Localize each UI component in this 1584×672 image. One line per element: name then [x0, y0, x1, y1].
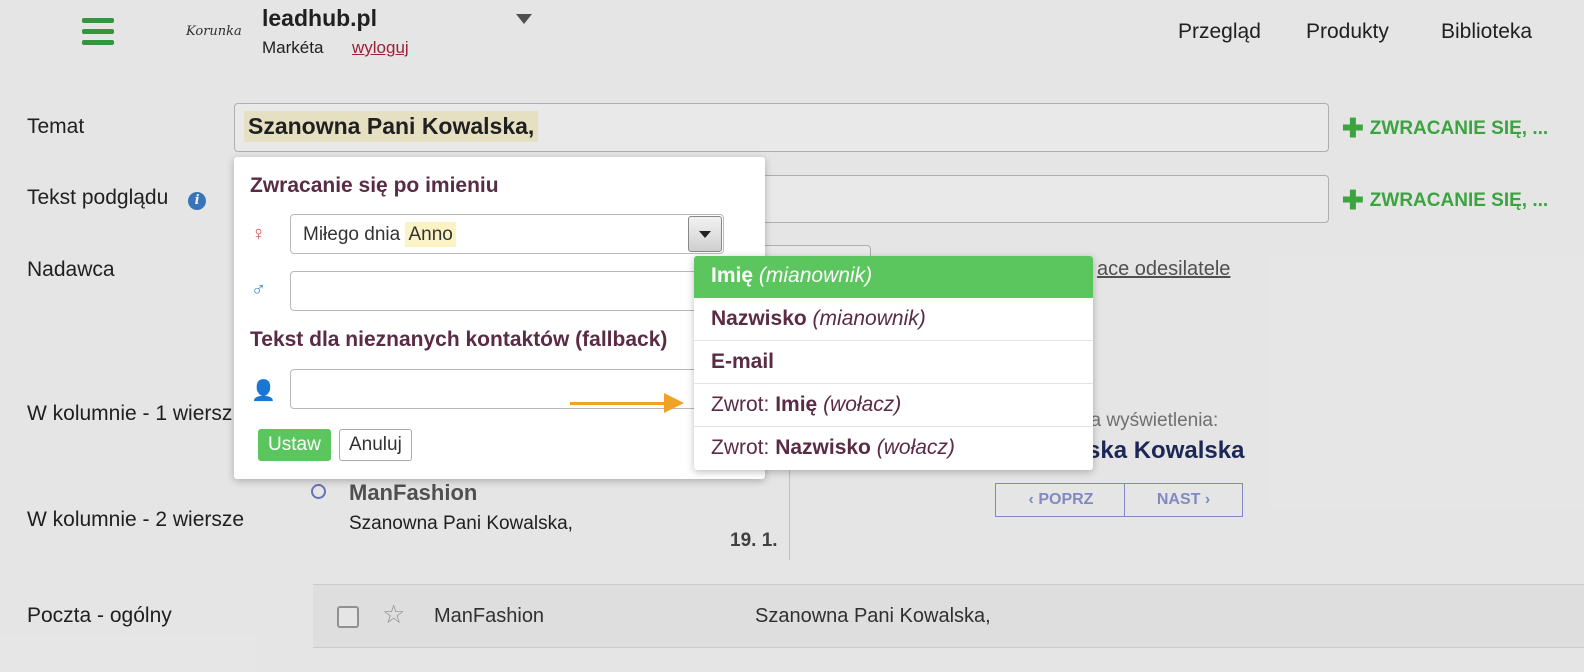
female-salutation-token: Anno: [405, 222, 456, 247]
menu-item-label: E-mail: [711, 350, 775, 373]
menu-item-last-name[interactable]: Nazwisko (mianownik): [694, 299, 1093, 341]
salutation-dialog: Zwracanie się po imieniu ♀ Miłego dnia A…: [234, 157, 765, 479]
menu-item-label: Nazwisko: [711, 307, 807, 330]
female-salutation-prefix: Miłego dnia: [303, 224, 401, 245]
cancel-button[interactable]: Anuluj: [339, 429, 412, 461]
menu-item-email[interactable]: E-mail: [694, 342, 1093, 384]
annotation-arrow-line: [570, 402, 668, 405]
menu-item-prefix: Zwrot:: [711, 393, 770, 416]
female-icon: ♀: [251, 223, 266, 245]
menu-item-case: (wołacz): [876, 436, 955, 459]
menu-item-case: (mianownik): [758, 264, 873, 287]
unknown-contact-icon: 👤: [251, 380, 276, 402]
male-salutation-input[interactable]: [290, 271, 724, 311]
dialog-title: Zwracanie się po imieniu: [250, 174, 499, 197]
female-salutation-select[interactable]: Miłego dnia Anno: [290, 214, 724, 254]
dropdown-toggle-icon[interactable]: [688, 216, 722, 252]
menu-item-case: (wołacz): [823, 393, 902, 416]
menu-item-first-name[interactable]: Imię (mianownik): [694, 256, 1093, 298]
menu-item-prefix: Zwrot:: [711, 436, 770, 459]
male-icon: ♂: [251, 279, 266, 301]
menu-item-vocative-first-name[interactable]: Zwrot: Imię (wołacz): [694, 385, 1093, 427]
variable-dropdown-menu: Imię (mianownik) Nazwisko (mianownik) E-…: [694, 256, 1093, 470]
menu-item-label: Imię: [711, 264, 754, 287]
female-salutation-value: Miłego dnia Anno: [303, 222, 456, 247]
menu-item-label: Nazwisko: [775, 436, 871, 459]
annotation-arrow-icon: [664, 393, 684, 413]
menu-item-label: Imię: [775, 393, 818, 416]
set-button[interactable]: Ustaw: [258, 429, 331, 461]
fallback-title: Tekst dla nieznanych kontaktów (fallback…: [250, 328, 668, 351]
menu-item-vocative-last-name[interactable]: Zwrot: Nazwisko (wołacz): [694, 428, 1093, 470]
menu-item-case: (mianownik): [812, 307, 926, 330]
